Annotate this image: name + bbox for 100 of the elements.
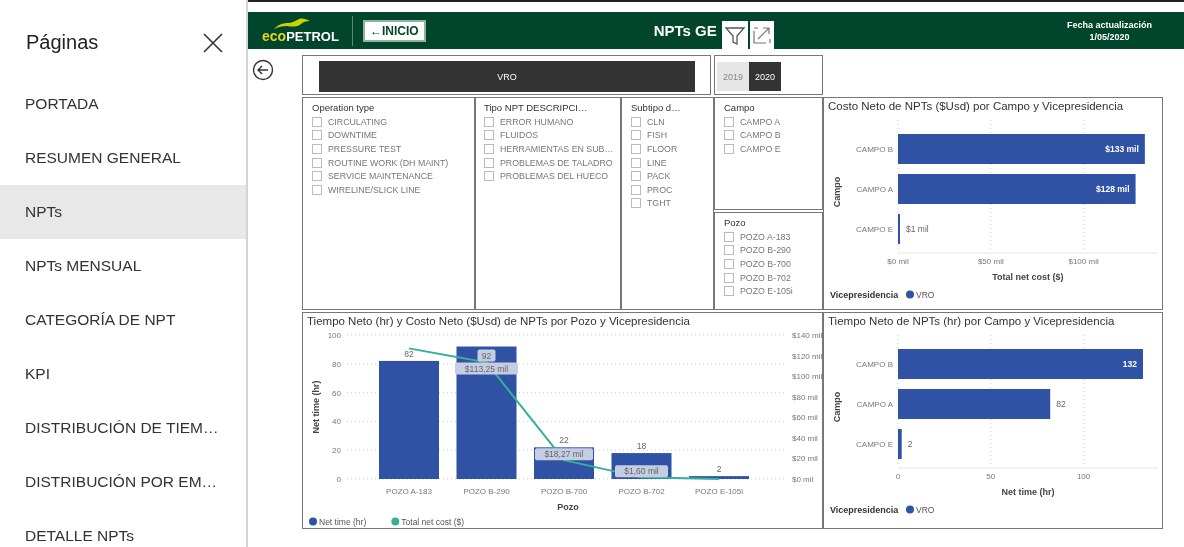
- slicer-option[interactable]: CAMPO B: [740, 130, 781, 141]
- slicer-option[interactable]: CLN: [647, 116, 665, 127]
- data-label: $128 mil: [1096, 184, 1130, 194]
- slicer-option[interactable]: POZO B-702: [740, 272, 791, 283]
- checkbox[interactable]: [724, 231, 734, 242]
- report-title: NPTs GE: [653, 21, 717, 39]
- checkbox[interactable]: [724, 272, 734, 283]
- legend-label: Total net cost ($): [401, 517, 465, 527]
- data-label: 82: [1056, 399, 1066, 409]
- checkbox[interactable]: [312, 116, 322, 127]
- legend-marker: [906, 290, 914, 299]
- slicer-option[interactable]: FLOOR: [647, 144, 678, 154]
- slicer-option[interactable]: WIRELINE/SLICK LINE: [328, 184, 421, 195]
- checkbox[interactable]: [484, 157, 494, 168]
- axis-tick-label: $100 mil: [792, 372, 822, 382]
- checkbox[interactable]: [631, 184, 641, 195]
- slicer-tile[interactable]: VRO: [319, 61, 695, 92]
- data-label: $133 mil: [1105, 144, 1139, 154]
- pages-title: Páginas: [26, 31, 99, 54]
- slicer-option[interactable]: CAMPO A: [740, 116, 781, 127]
- axis-tick-label: 20: [332, 446, 341, 456]
- slicer-option[interactable]: POZO B-700: [740, 259, 791, 269]
- checkbox[interactable]: [312, 157, 322, 168]
- category-label: CAMPO B: [856, 360, 893, 369]
- legend-marker: [391, 517, 400, 526]
- slicer-option[interactable]: PROBLEMAS DEL HUECO: [500, 171, 609, 182]
- page-item[interactable]: KPI: [0, 347, 246, 401]
- checkbox[interactable]: [724, 144, 734, 154]
- slicer-option[interactable]: PROBLEMAS DE TALADRO: [500, 157, 613, 168]
- slicer-option[interactable]: ERROR HUMANO: [500, 116, 574, 127]
- axis-tick-label: $20 mil: [792, 454, 818, 464]
- slicer-option[interactable]: PRESSURE TEST: [328, 144, 402, 154]
- axis-tick-label: 50: [986, 472, 996, 481]
- checkbox[interactable]: [631, 157, 641, 168]
- legend-title: Vicepresidencia: [830, 505, 899, 515]
- filter-icon[interactable]: [722, 21, 748, 49]
- year-tile[interactable]: 2019: [717, 62, 749, 91]
- data-label: 2: [907, 439, 913, 449]
- slicer-option[interactable]: POZO E-105i: [740, 286, 793, 297]
- checkbox[interactable]: [631, 198, 641, 209]
- category-label: POZO B-290: [463, 487, 510, 496]
- axis-tick-label: $40 mil: [792, 433, 818, 443]
- focus-mode-icon[interactable]: [750, 21, 774, 49]
- page-item[interactable]: RESUMEN GENERAL: [0, 131, 246, 185]
- page-item[interactable]: NPTs: [0, 185, 246, 239]
- year-tile[interactable]: 2020: [749, 62, 781, 91]
- slicer-option[interactable]: SERVICE MAINTENANCE: [328, 171, 433, 182]
- slicer-option[interactable]: POZO B-290: [740, 245, 791, 256]
- checkbox[interactable]: [631, 116, 641, 127]
- checkbox[interactable]: [484, 171, 494, 182]
- home-button[interactable]: ←INICIO: [363, 19, 426, 42]
- checkbox[interactable]: [312, 144, 322, 154]
- checkbox[interactable]: [484, 116, 494, 127]
- category-label: POZO A-183: [386, 487, 432, 496]
- slicer-option[interactable]: ROUTINE WORK (DH MAINT): [328, 157, 449, 168]
- page-item[interactable]: DISTRIBUCIÓN POR EM…: [0, 455, 246, 509]
- checkbox[interactable]: [724, 259, 734, 269]
- axis-title: Campo: [832, 391, 842, 423]
- slicer-option[interactable]: CAMPO E: [740, 144, 781, 154]
- checkbox[interactable]: [484, 144, 494, 154]
- checkbox[interactable]: [724, 116, 734, 127]
- slicer-option[interactable]: POZO A-183: [740, 231, 791, 242]
- checkbox[interactable]: [312, 184, 322, 195]
- checkbox[interactable]: [724, 130, 734, 141]
- data-label: $18,27 mil: [544, 449, 584, 460]
- checkbox[interactable]: [631, 171, 641, 182]
- checkbox[interactable]: [631, 130, 641, 141]
- axis-tick-label: 60: [332, 388, 341, 398]
- category-label: POZO B-700: [540, 487, 588, 496]
- checkbox[interactable]: [724, 286, 734, 297]
- page-item[interactable]: PORTADA: [0, 77, 246, 131]
- slicer-option[interactable]: FISH: [647, 130, 668, 141]
- legend-label: Net time (hr): [319, 517, 367, 527]
- data-label: 22: [559, 435, 569, 446]
- slicer-option[interactable]: CIRCULATING: [328, 116, 387, 127]
- axis-tick-label: $0 mil: [887, 257, 909, 266]
- data-label: $1,60 mil: [615, 465, 668, 478]
- page-item[interactable]: NPTs MENSUAL: [0, 239, 246, 293]
- page-item[interactable]: CATEGORÍA DE NPT: [0, 293, 246, 347]
- slicer-option[interactable]: DOWNTIME: [328, 130, 377, 141]
- checkbox[interactable]: [484, 130, 494, 141]
- chart-title: Tiempo Neto (hr) y Costo Neto ($Usd) de NPTs por Pozo y Vicepresidencia: [307, 315, 691, 327]
- checkbox[interactable]: [312, 171, 322, 182]
- checkbox[interactable]: [724, 245, 734, 256]
- slicer-title: Operation type: [312, 102, 376, 113]
- legend-marker: [309, 517, 317, 526]
- slicer-option[interactable]: LINE: [647, 157, 667, 168]
- slicer-option[interactable]: PROC: [647, 184, 673, 195]
- page-item[interactable]: DISTRIBUCIÓN DE TIEM…: [0, 401, 246, 455]
- slicer-option[interactable]: TGHT: [647, 198, 671, 209]
- checkbox[interactable]: [631, 144, 641, 154]
- slicer-option[interactable]: PACK: [647, 171, 671, 182]
- chart-title: Costo Neto de NPTs ($Usd) por Campo y Vicepresidencia: [828, 100, 1125, 112]
- back-icon[interactable]: [252, 59, 274, 81]
- page-item[interactable]: DETALLE NPTs: [0, 509, 246, 547]
- checkbox[interactable]: [312, 130, 322, 141]
- close-icon[interactable]: [202, 31, 224, 54]
- slicer-option[interactable]: HERRAMIENTAS EN SUB…: [500, 144, 614, 154]
- slicer-option[interactable]: FLUIDOS: [500, 130, 539, 141]
- data-label: 2: [716, 464, 722, 475]
